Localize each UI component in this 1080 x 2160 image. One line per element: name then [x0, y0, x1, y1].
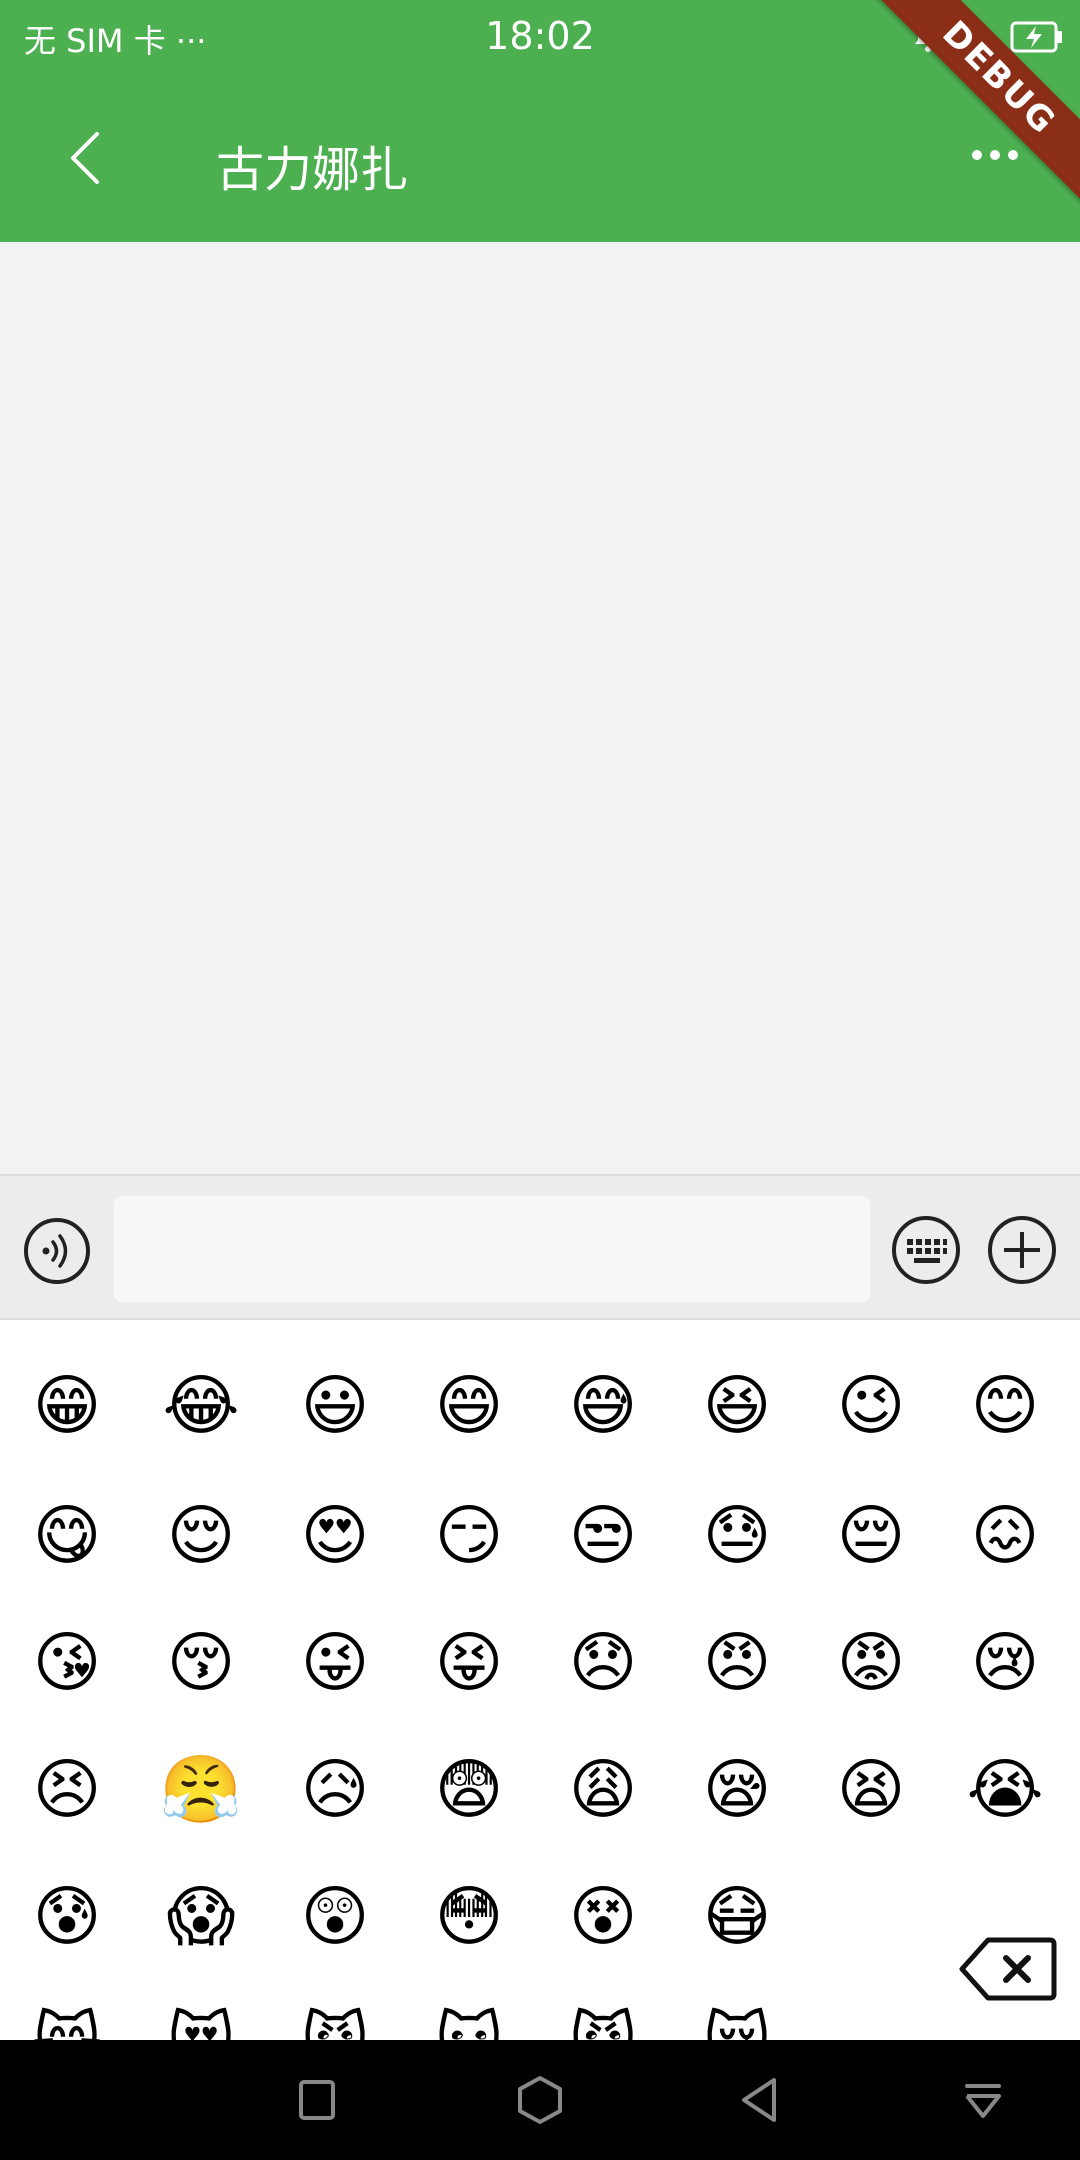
emoji-panel: 😁😂😃😄😅😆😉😊😋😌😍😏😒😓😔😖😘😚😜😝😞😠😡😢😣😤😥😨😩😪😫😭😰😱😲😳😵😷😸😻…	[0, 1320, 1080, 2040]
back-button[interactable]	[50, 118, 120, 198]
message-list[interactable]	[0, 242, 1080, 1174]
emoji-item[interactable]: 😢	[938, 1599, 1072, 1726]
notification-pulldown-icon[interactable]	[953, 2070, 1013, 2130]
emoji-item[interactable]: 😁	[0, 1343, 134, 1470]
emoji-item[interactable]: 😄	[402, 1343, 536, 1470]
emoji-item[interactable]: 😪	[670, 1726, 804, 1853]
emoji-item[interactable]: 😜	[268, 1599, 402, 1726]
emoji-item[interactable]: 😿	[670, 1980, 804, 2040]
keyboard-icon[interactable]	[890, 1214, 962, 1286]
page-title: 古力娜扎	[216, 142, 409, 198]
emoji-item[interactable]: 😖	[938, 1472, 1072, 1599]
emoji-item[interactable]: 😥	[268, 1726, 402, 1853]
emoji-item[interactable]: 😍	[268, 1472, 402, 1599]
recents-square-icon[interactable]	[287, 2070, 347, 2130]
more-horizontal-icon	[972, 150, 1018, 160]
chevron-left-icon	[71, 132, 99, 184]
emoji-item[interactable]: 😸	[0, 1980, 134, 2040]
emoji-item[interactable]: 😚	[134, 1599, 268, 1726]
chat-input-bar	[0, 1174, 1080, 1320]
emoji-item[interactable]: 😨	[402, 1726, 536, 1853]
emoji-item[interactable]: 😷	[670, 1853, 804, 1980]
emoji-item[interactable]: 😭	[938, 1726, 1072, 1853]
emoji-item[interactable]: 😞	[536, 1599, 670, 1726]
emoji-item[interactable]: 😉	[804, 1343, 938, 1470]
emoji-item[interactable]: 😾	[536, 1980, 670, 2040]
emoji-item[interactable]: 😊	[938, 1343, 1072, 1470]
emoji-row: 😁 😂 😃 😄 😅 😆 😉 😊	[0, 1320, 1080, 1472]
emoji-row: 😣 😤 😥 😨 😩 😪 😫 😭	[0, 1726, 1080, 1853]
emoji-item[interactable]: 😼	[268, 1980, 402, 2040]
emoji-item[interactable]: 😳	[402, 1853, 536, 1980]
emoji-item[interactable]: 😌	[134, 1472, 268, 1599]
emoji-row: 😰 😱 😲 😳 😵 😷	[0, 1853, 1080, 1980]
emoji-item[interactable]: 😋	[0, 1472, 134, 1599]
emoji-item[interactable]: 😫	[804, 1726, 938, 1853]
emoji-item[interactable]: 😝	[402, 1599, 536, 1726]
message-input[interactable]	[114, 1196, 870, 1302]
emoji-item[interactable]: 😅	[536, 1343, 670, 1470]
emoji-item[interactable]: 😣	[0, 1726, 134, 1853]
emoji-item[interactable]: 😃	[268, 1343, 402, 1470]
backspace-icon[interactable]	[958, 1934, 1058, 2004]
emoji-item[interactable]: 😠	[670, 1599, 804, 1726]
emoji-item[interactable]: 😒	[536, 1472, 670, 1599]
emoji-item[interactable]: 😱	[134, 1853, 268, 1980]
emoji-item[interactable]: 😔	[804, 1472, 938, 1599]
emoji-item[interactable]: 😽	[402, 1980, 536, 2040]
emoji-item[interactable]: 😰	[0, 1853, 134, 1980]
emoji-item[interactable]: 😻	[134, 1980, 268, 2040]
home-hexagon-icon[interactable]	[510, 2070, 570, 2130]
emoji-item[interactable]: 😘	[0, 1599, 134, 1726]
emoji-row: 😋 😌 😍 😏 😒 😓 😔 😖	[0, 1472, 1080, 1599]
voice-input-icon[interactable]	[22, 1216, 92, 1286]
emoji-grid: 😁😂😃😄😅😆😉😊😋😌😍😏😒😓😔😖😘😚😜😝😞😠😡😢😣😤😥😨😩😪😫😭😰😱😲😳😵😷😸😻…	[0, 1320, 1080, 2041]
emoji-item[interactable]: 😤	[134, 1726, 268, 1853]
emoji-row: 😸😻😼😽😾😿	[0, 1980, 1080, 2040]
emoji-item[interactable]: 😲	[268, 1853, 402, 1980]
app-bar: 无 SIM 卡 ··· 18:02 古力娜扎 DEBUG	[0, 0, 1080, 242]
back-triangle-icon[interactable]	[730, 2070, 790, 2130]
emoji-item[interactable]: 😓	[670, 1472, 804, 1599]
emoji-item[interactable]: 😩	[536, 1726, 670, 1853]
emoji-item[interactable]: 😆	[670, 1343, 804, 1470]
battery-charging-icon	[1010, 21, 1062, 53]
emoji-item[interactable]: 😡	[804, 1599, 938, 1726]
emoji-item[interactable]: 😂	[134, 1343, 268, 1470]
add-icon[interactable]	[986, 1214, 1058, 1286]
system-nav-bar	[0, 2040, 1080, 2160]
emoji-row: 😘 😚 😜 😝 😞 😠 😡 😢	[0, 1599, 1080, 1726]
emoji-item[interactable]: 😏	[402, 1472, 536, 1599]
toolbar: 古力娜扎	[0, 78, 1080, 242]
emoji-item[interactable]: 😵	[536, 1853, 670, 1980]
